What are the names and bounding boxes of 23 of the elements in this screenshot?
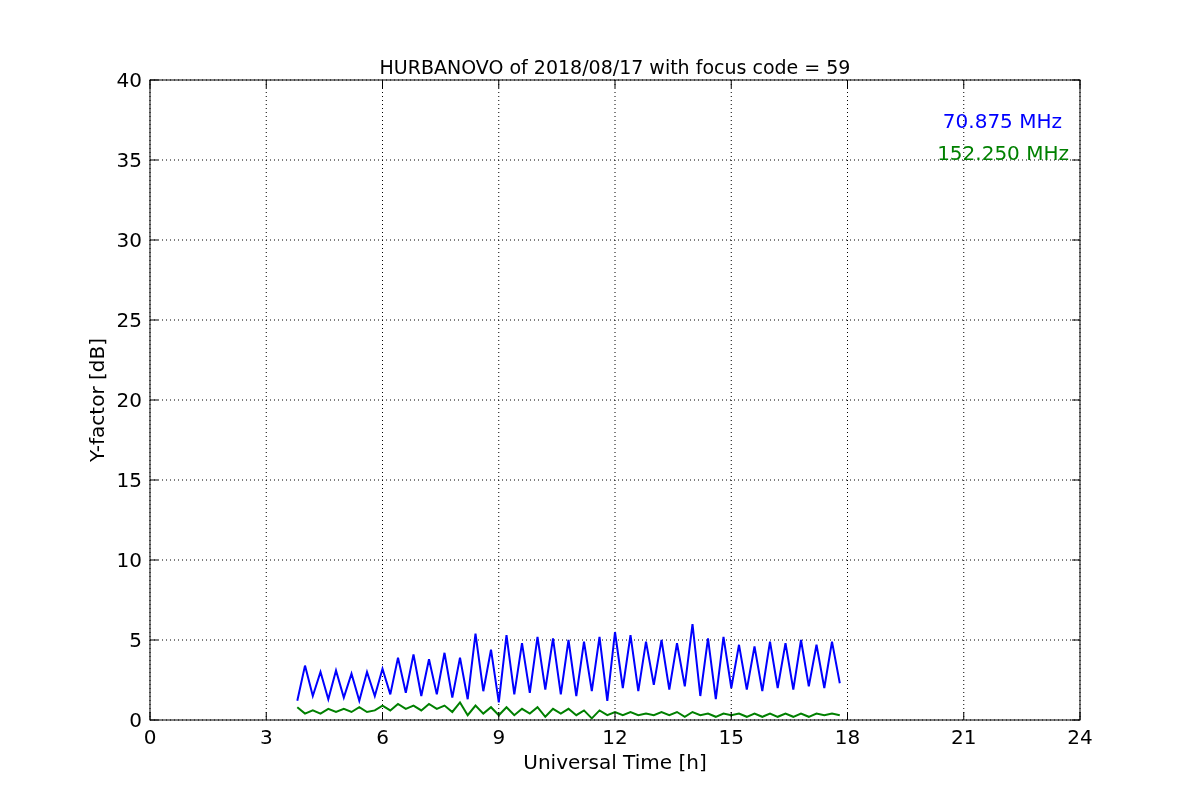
x-axis-label: Universal Time [h] [523,750,707,774]
x-tick-label: 0 [143,725,157,749]
y-tick-label: 20 [116,388,142,412]
legend-label: 70.875 MHz [942,109,1062,133]
y-tick-label: 10 [116,548,142,572]
y-tick-label: 25 [116,308,142,332]
y-tick-label: 15 [116,468,142,492]
chart-title: HURBANOVO of 2018/08/17 with focus code = 59 [379,56,851,78]
x-tick-label: 15 [718,725,744,749]
y-tick-label: 30 [116,228,142,252]
y-tick-label: 35 [116,148,142,172]
x-tick-label: 24 [1067,725,1093,749]
x-tick-label: 18 [834,725,861,749]
x-tick-label: 21 [951,725,977,749]
x-tick-label: 9 [492,725,506,749]
y-tick-label: 0 [129,708,142,732]
y-tick-label: 5 [129,628,142,652]
x-tick-label: 3 [259,725,273,749]
x-tick-label: 6 [376,725,389,749]
y-tick-label: 40 [116,68,142,92]
legend-label: 152.250 MHz [937,141,1069,165]
y-axis-label: Y-factor [dB] [85,338,109,462]
x-tick-label: 12 [602,725,628,749]
